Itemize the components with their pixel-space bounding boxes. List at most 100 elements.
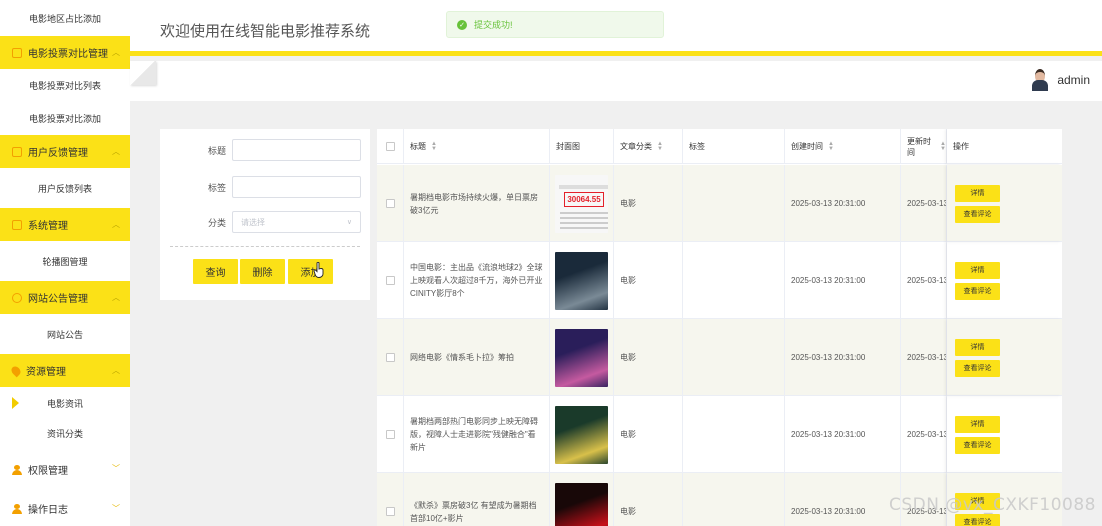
toast-message: 提交成功! (474, 20, 513, 30)
search-panel: 标题 标签 分类 请选择 ∨ 查询 删除 添加 (160, 129, 370, 300)
sidebar-item-feedback-list[interactable]: 用户反馈列表 (0, 168, 130, 208)
updated-cell: 2025-03-13 (901, 242, 947, 319)
actions-cell: 详情 查看评论 (947, 396, 1062, 473)
row-checkbox[interactable] (385, 353, 395, 362)
title-label: 标题 (207, 145, 226, 156)
title-cell: 《默杀》票房破3亿 有望成为暑期档首部10亿+影片 (404, 473, 550, 526)
sidebar-group-vote-compare[interactable]: 电影投票对比管理 ︿ (0, 36, 130, 69)
news-table: 标题 ▲ ▼ 封面图 文章分类 ▲ ▼ 标签 创建时间 ▲ ▼ 更新时间 ▲ ▼ 操作 暑期档电… (377, 129, 1062, 526)
col-title[interactable]: 标题 ▲ ▼ (404, 129, 550, 164)
chevron-up-icon: ︿ (112, 48, 120, 57)
view-comments-button[interactable]: 查看评论 (955, 282, 1000, 300)
category-cell: 电影 (614, 165, 683, 242)
created-cell: 2025-03-13 20:31:00 (785, 396, 901, 473)
cover-image[interactable]: 30064.55 (555, 174, 608, 233)
user-menu[interactable]: admin (1031, 69, 1090, 91)
col-category[interactable]: 文章分类 ▲ ▼ (614, 129, 683, 164)
row-checkbox[interactable] (385, 276, 395, 285)
sort-icon: ▲ ▼ (657, 140, 663, 152)
sidebar-group-permissions[interactable]: 权限管理 ﹀ (0, 447, 130, 492)
updated-cell: 2025-03-13 (901, 319, 947, 396)
view-comments-button[interactable]: 查看评论 (955, 436, 1000, 454)
title-input[interactable] (232, 139, 361, 161)
query-button[interactable]: 查询 (193, 259, 238, 284)
check-circle-icon: ✓ (457, 19, 467, 30)
actions-cell: 详情 查看评论 (947, 319, 1062, 396)
tag-input[interactable] (232, 176, 361, 198)
view-comments-button[interactable]: 查看评论 (955, 359, 1000, 377)
row-select-cell (377, 319, 404, 396)
row-select-cell (377, 242, 404, 319)
table-row: 暑期档电影市场持续火爆，单日票房破3亿元 30064.55 电影 2025-03… (377, 165, 1062, 242)
category-label: 分类 (207, 217, 226, 228)
category-select[interactable]: 请选择 ∨ (232, 211, 361, 233)
add-button[interactable]: 添加 (288, 259, 333, 284)
tag-filter-row: 标签 (160, 176, 370, 198)
cover-image[interactable] (555, 482, 608, 526)
created-cell: 2025-03-13 20:31:00 (785, 165, 901, 242)
detail-button[interactable]: 详情 (955, 415, 1000, 433)
category-cell: 电影 (614, 473, 683, 526)
page-title: 欢迎使用在线智能电影推荐系统 (160, 23, 371, 40)
row-checkbox[interactable] (385, 430, 395, 439)
delete-button[interactable]: 删除 (240, 259, 285, 284)
view-comments-button[interactable]: 查看评论 (955, 205, 1000, 223)
row-select-cell (377, 165, 404, 242)
sidebar-group-resources[interactable]: 资源管理 ︿ (0, 354, 130, 387)
sidebar-item-movie-news[interactable]: 电影资讯 (0, 387, 130, 419)
row-checkbox[interactable] (385, 199, 395, 208)
sidebar: 电影地区占比添加 电影投票对比管理 ︿ 电影投票对比列表 电影投票对比添加 用户… (0, 0, 130, 526)
col-updated[interactable]: 更新时间 ▲ ▼ (901, 129, 947, 164)
col-created[interactable]: 创建时间 ▲ ▼ (785, 129, 901, 164)
avatar (1031, 69, 1050, 91)
category-cell: 电影 (614, 319, 683, 396)
tags-cell (683, 165, 785, 242)
chevron-up-icon: ︿ (112, 147, 120, 156)
category-cell: 电影 (614, 396, 683, 473)
calendar-icon (12, 146, 22, 157)
sidebar-item-vote-compare-add[interactable]: 电影投票对比添加 (0, 102, 130, 135)
tags-cell (683, 396, 785, 473)
cover-cell (550, 396, 614, 473)
detail-button[interactable]: 详情 (955, 338, 1000, 356)
tags-cell (683, 242, 785, 319)
cover-image[interactable] (555, 251, 608, 310)
detail-button[interactable]: 详情 (955, 261, 1000, 279)
sub-header: admin (130, 61, 1102, 101)
title-cell: 网络电影《情系毛卜拉》筹拍 (404, 319, 550, 396)
category-filter-row: 分类 请选择 ∨ (160, 211, 370, 233)
sort-icon: ▲ ▼ (828, 140, 834, 152)
cover-cell (550, 319, 614, 396)
detail-button[interactable]: 详情 (955, 184, 1000, 202)
updated-cell: 2025-03-13 (901, 396, 947, 473)
sidebar-item-news-category[interactable]: 资讯分类 (0, 419, 130, 447)
username: admin (1057, 73, 1090, 87)
user-icon (12, 464, 22, 475)
sidebar-item-vote-compare-list[interactable]: 电影投票对比列表 (0, 69, 130, 102)
col-actions: 操作 (947, 129, 1062, 164)
sidebar-group-system[interactable]: 系统管理 ︿ (0, 208, 130, 241)
sidebar-group-oplog[interactable]: 操作日志 ﹀ (0, 492, 130, 525)
table-row: 网络电影《情系毛卜拉》筹拍 电影 2025-03-13 20:31:00 202… (377, 319, 1062, 396)
collapse-corner[interactable] (130, 61, 156, 85)
sidebar-item-announcement[interactable]: 网站公告 (0, 314, 130, 354)
created-cell: 2025-03-13 20:31:00 (785, 319, 901, 396)
tags-cell (683, 473, 785, 526)
cover-cell (550, 242, 614, 319)
success-toast: ✓ 提交成功! (446, 11, 664, 38)
info-icon (12, 292, 22, 303)
title-filter-row: 标题 (160, 139, 370, 161)
title-cell: 暑期档电影市场持续火爆，单日票房破3亿元 (404, 165, 550, 242)
sidebar-group-feedback[interactable]: 用户反馈管理 ︿ (0, 135, 130, 168)
table-row: 中国电影：主出品《流浪地球2》全球上映观看人次超过8千万，海外已开业CINITY… (377, 242, 1062, 319)
sidebar-item-carousel[interactable]: 轮播图管理 (0, 241, 130, 281)
row-checkbox[interactable] (385, 507, 395, 516)
cover-image[interactable] (555, 328, 608, 387)
sidebar-item-region-ratio-add[interactable]: 电影地区占比添加 (0, 0, 130, 36)
title-cell: 中国电影：主出品《流浪地球2》全球上映观看人次超过8千万，海外已开业CINITY… (404, 242, 550, 319)
tag-label: 标签 (207, 182, 226, 193)
sidebar-group-announcement[interactable]: 网站公告管理 ︿ (0, 281, 130, 314)
view-comments-button[interactable]: 查看评论 (955, 513, 1000, 526)
cover-image[interactable] (555, 405, 608, 464)
select-all-checkbox[interactable] (385, 142, 395, 151)
